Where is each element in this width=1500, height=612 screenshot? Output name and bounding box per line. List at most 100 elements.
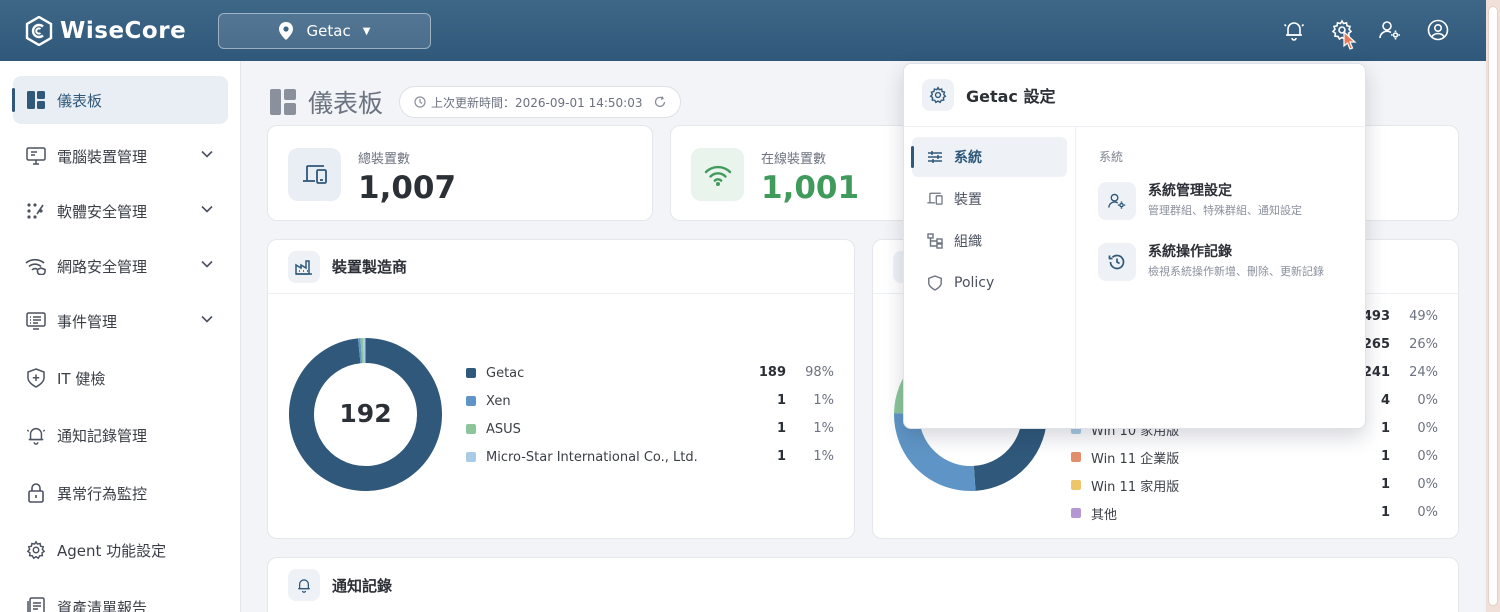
user-circle-icon bbox=[1427, 19, 1449, 41]
card-title: 通知記錄 bbox=[332, 576, 393, 595]
history-icon bbox=[1098, 243, 1136, 281]
system-admin-settings-option[interactable]: 系統管理設定 管理群組、特殊群組、通知設定 bbox=[1098, 180, 1348, 224]
user-gear-icon bbox=[1379, 21, 1400, 40]
site-selector[interactable]: Getac ▼ bbox=[218, 13, 431, 49]
legend-percent: 49% bbox=[1409, 309, 1438, 324]
sidebar-item-label: Agent 功能設定 bbox=[57, 541, 167, 560]
legend-label: Win 11 家用版 bbox=[1091, 479, 1180, 495]
stat-label: 在線裝置數 bbox=[761, 152, 827, 167]
popup-nav-label: 系統 bbox=[954, 150, 982, 166]
donut-center-value: 192 bbox=[339, 399, 392, 428]
devices-icon bbox=[288, 148, 341, 201]
wifi-icon bbox=[691, 148, 744, 201]
scrollbar-thumb[interactable] bbox=[1488, 6, 1498, 606]
legend-item[interactable]: Win 11 企業版 bbox=[1071, 447, 1179, 467]
sidebar-item-asset-report[interactable]: 資產清單報告 bbox=[13, 583, 228, 612]
dashboard-icon bbox=[270, 89, 296, 115]
legend-item[interactable]: Micro-Star International Co., Ltd. bbox=[466, 447, 698, 467]
notification-bell-button[interactable] bbox=[1282, 18, 1306, 42]
chevron-down-icon bbox=[201, 205, 213, 213]
sliders-icon bbox=[926, 148, 944, 166]
legend-percent: 0% bbox=[1417, 505, 1438, 520]
last-update-text: 上次更新時間：2026-09-01 14:50:03 bbox=[431, 95, 643, 110]
legend-percent: 24% bbox=[1409, 365, 1438, 380]
legend-label: ASUS bbox=[486, 421, 521, 437]
location-pin-icon bbox=[278, 22, 293, 40]
legend-item[interactable]: ASUS bbox=[466, 419, 521, 439]
legend-swatch bbox=[466, 424, 476, 434]
stat-value: 1,007 bbox=[358, 170, 457, 206]
sidebar-item-anomaly-monitor[interactable]: 異常行為監控 bbox=[13, 469, 228, 517]
legend-item[interactable]: Win 11 家用版 bbox=[1071, 475, 1179, 495]
legend-percent: 0% bbox=[1417, 393, 1438, 408]
total-devices-card[interactable]: 總裝置數 1,007 bbox=[267, 125, 653, 221]
factory-icon bbox=[288, 250, 320, 283]
notification-card: 通知記錄 bbox=[267, 557, 1459, 612]
org-tree-icon bbox=[926, 232, 944, 250]
chevron-down-icon bbox=[201, 150, 213, 158]
popup-nav-system[interactable]: 系統 bbox=[911, 137, 1067, 177]
sidebar-item-it-checkup[interactable]: IT 健檢 bbox=[13, 354, 228, 402]
popup-nav-label: Policy bbox=[954, 275, 995, 291]
settings-popup: Getac 設定 系統 裝置 組織 Policy 系統 系統管理設定 管理群組、… bbox=[903, 63, 1366, 429]
option-description: 檢視系統操作新增、刪除、更新記錄 bbox=[1148, 265, 1324, 278]
legend-swatch bbox=[466, 396, 476, 406]
sidebar-item-software-security[interactable]: 軟體安全管理 bbox=[13, 187, 228, 235]
sidebar-item-label: 通知記錄管理 bbox=[57, 426, 148, 445]
legend-item[interactable]: Xen bbox=[466, 391, 511, 411]
manufacturer-card: 裝置製造商 192 Getac 189 98% Xen 1 1% ASUS 1 1% Micro-… bbox=[267, 239, 855, 539]
sidebar-item-event-management[interactable]: 事件管理 bbox=[13, 297, 228, 345]
last-update-indicator: 上次更新時間：2026-09-01 14:50:03 bbox=[399, 86, 682, 118]
sidebar-item-devices[interactable]: 電腦裝置管理 bbox=[13, 132, 228, 180]
legend-count: 265 bbox=[1362, 337, 1390, 352]
popup-nav-organization[interactable]: 組織 bbox=[912, 221, 1067, 261]
legend-swatch bbox=[1071, 480, 1081, 490]
system-operation-log-option[interactable]: 系統操作記錄 檢視系統操作新增、刪除、更新記錄 bbox=[1098, 241, 1348, 285]
legend-percent: 1% bbox=[813, 421, 834, 436]
gear-icon bbox=[922, 79, 954, 111]
bell-icon bbox=[1283, 22, 1305, 41]
legend-count: 1 bbox=[1380, 505, 1390, 520]
account-button[interactable] bbox=[1426, 18, 1450, 42]
popup-nav-devices[interactable]: 裝置 bbox=[912, 179, 1067, 219]
refresh-icon[interactable] bbox=[654, 96, 666, 108]
card-header: 裝置製造商 bbox=[268, 240, 854, 294]
page-title: 儀表板 bbox=[308, 89, 384, 118]
chevron-down-icon bbox=[201, 260, 213, 268]
sidebar-item-label: 儀表板 bbox=[57, 91, 103, 110]
chevron-down-icon bbox=[201, 315, 213, 323]
legend-percent: 1% bbox=[813, 393, 834, 408]
legend-item[interactable]: Getac bbox=[466, 363, 524, 383]
brand[interactable]: WiseCore bbox=[24, 15, 187, 46]
sidebar-item-notification-records[interactable]: 通知記錄管理 bbox=[13, 411, 228, 459]
lock-icon bbox=[25, 482, 47, 504]
app-name: WiseCore bbox=[60, 17, 187, 44]
bell-icon bbox=[25, 424, 47, 446]
option-title: 系統操作記錄 bbox=[1148, 244, 1232, 260]
shield-plus-icon bbox=[25, 367, 47, 389]
sidebar-item-network-security[interactable]: 網路安全管理 bbox=[13, 242, 228, 290]
page-header: 儀表板 上次更新時間：2026-09-01 14:50:03 bbox=[270, 84, 682, 120]
popup-section-label: 系統 bbox=[1099, 150, 1124, 164]
mouse-pointer-icon bbox=[1343, 30, 1357, 50]
gear-icon bbox=[25, 539, 47, 561]
wisecore-logo-icon bbox=[25, 15, 53, 46]
scrollbar-track[interactable] bbox=[1486, 0, 1500, 612]
user-settings-button[interactable] bbox=[1378, 18, 1402, 42]
site-name: Getac bbox=[306, 22, 351, 40]
legend-count: 493 bbox=[1362, 309, 1390, 324]
legend-swatch bbox=[1071, 508, 1081, 518]
sidebar-item-label: 網路安全管理 bbox=[57, 257, 148, 276]
legend-item[interactable]: 其他 bbox=[1071, 503, 1117, 523]
sidebar-item-agent-settings[interactable]: Agent 功能設定 bbox=[13, 526, 228, 574]
legend-label: Win 11 企業版 bbox=[1091, 451, 1180, 467]
popup-header: Getac 設定 bbox=[904, 64, 1365, 127]
sidebar-item-dashboard[interactable]: 儀表板 bbox=[12, 76, 228, 124]
event-list-icon bbox=[25, 310, 47, 332]
legend-swatch bbox=[1071, 452, 1081, 462]
legend-label: Xen bbox=[486, 393, 511, 409]
popup-title: Getac 設定 bbox=[966, 87, 1056, 106]
sidebar-item-label: 軟體安全管理 bbox=[57, 202, 148, 221]
popup-nav-policy[interactable]: Policy bbox=[912, 263, 1067, 303]
sidebar: 儀表板 電腦裝置管理 軟體安全管理 網路安全管理 事件管理 IT 健檢 通知記錄… bbox=[0, 61, 241, 612]
